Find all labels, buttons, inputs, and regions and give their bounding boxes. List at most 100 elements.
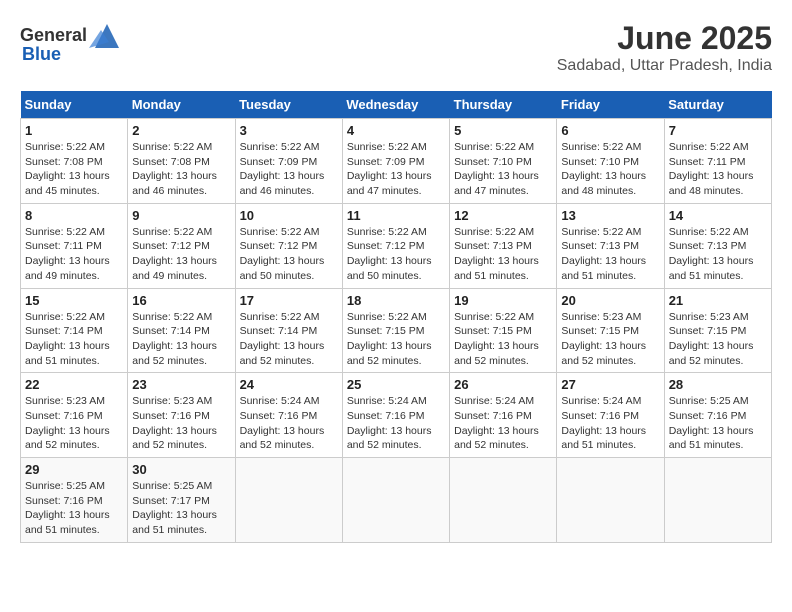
- logo-icon: [89, 20, 125, 50]
- day-detail: Sunrise: 5:23 AMSunset: 7:16 PMDaylight:…: [132, 395, 217, 451]
- day-cell: 2 Sunrise: 5:22 AMSunset: 7:08 PMDayligh…: [128, 119, 235, 204]
- day-cell: 20 Sunrise: 5:23 AMSunset: 7:15 PMDaylig…: [557, 288, 664, 373]
- day-number: 15: [25, 293, 123, 308]
- day-number: 8: [25, 208, 123, 223]
- day-detail: Sunrise: 5:24 AMSunset: 7:16 PMDaylight:…: [454, 395, 539, 451]
- day-cell: 11 Sunrise: 5:22 AMSunset: 7:12 PMDaylig…: [342, 203, 449, 288]
- col-friday: Friday: [557, 91, 664, 119]
- day-detail: Sunrise: 5:22 AMSunset: 7:13 PMDaylight:…: [669, 226, 754, 282]
- day-detail: Sunrise: 5:22 AMSunset: 7:12 PMDaylight:…: [347, 226, 432, 282]
- day-detail: Sunrise: 5:22 AMSunset: 7:11 PMDaylight:…: [669, 141, 754, 197]
- day-detail: Sunrise: 5:22 AMSunset: 7:10 PMDaylight:…: [561, 141, 646, 197]
- day-number: 10: [240, 208, 338, 223]
- day-number: 5: [454, 123, 552, 138]
- day-cell: 9 Sunrise: 5:22 AMSunset: 7:12 PMDayligh…: [128, 203, 235, 288]
- day-cell: 10 Sunrise: 5:22 AMSunset: 7:12 PMDaylig…: [235, 203, 342, 288]
- day-cell: 22 Sunrise: 5:23 AMSunset: 7:16 PMDaylig…: [21, 373, 128, 458]
- calendar-row: 29 Sunrise: 5:25 AMSunset: 7:16 PMDaylig…: [21, 458, 772, 543]
- day-cell: 12 Sunrise: 5:22 AMSunset: 7:13 PMDaylig…: [450, 203, 557, 288]
- col-saturday: Saturday: [664, 91, 771, 119]
- day-number: 21: [669, 293, 767, 308]
- day-cell: 17 Sunrise: 5:22 AMSunset: 7:14 PMDaylig…: [235, 288, 342, 373]
- calendar-table: Sunday Monday Tuesday Wednesday Thursday…: [20, 91, 772, 543]
- calendar-row: 1 Sunrise: 5:22 AMSunset: 7:08 PMDayligh…: [21, 119, 772, 204]
- day-number: 14: [669, 208, 767, 223]
- day-detail: Sunrise: 5:23 AMSunset: 7:15 PMDaylight:…: [669, 311, 754, 367]
- empty-cell: [557, 458, 664, 543]
- day-number: 29: [25, 462, 123, 477]
- day-number: 16: [132, 293, 230, 308]
- day-number: 11: [347, 208, 445, 223]
- day-detail: Sunrise: 5:22 AMSunset: 7:14 PMDaylight:…: [240, 311, 325, 367]
- day-cell: 7 Sunrise: 5:22 AMSunset: 7:11 PMDayligh…: [664, 119, 771, 204]
- day-number: 13: [561, 208, 659, 223]
- day-detail: Sunrise: 5:22 AMSunset: 7:15 PMDaylight:…: [347, 311, 432, 367]
- day-cell: 19 Sunrise: 5:22 AMSunset: 7:15 PMDaylig…: [450, 288, 557, 373]
- day-detail: Sunrise: 5:22 AMSunset: 7:08 PMDaylight:…: [25, 141, 110, 197]
- day-detail: Sunrise: 5:22 AMSunset: 7:14 PMDaylight:…: [25, 311, 110, 367]
- day-detail: Sunrise: 5:22 AMSunset: 7:13 PMDaylight:…: [561, 226, 646, 282]
- day-cell: 30 Sunrise: 5:25 AMSunset: 7:17 PMDaylig…: [128, 458, 235, 543]
- day-cell: 18 Sunrise: 5:22 AMSunset: 7:15 PMDaylig…: [342, 288, 449, 373]
- logo: General Blue: [20, 20, 125, 65]
- day-number: 9: [132, 208, 230, 223]
- title-area: June 2025 Sadabad, Uttar Pradesh, India: [557, 20, 772, 75]
- day-number: 26: [454, 377, 552, 392]
- day-detail: Sunrise: 5:25 AMSunset: 7:16 PMDaylight:…: [25, 480, 110, 536]
- calendar-row: 8 Sunrise: 5:22 AMSunset: 7:11 PMDayligh…: [21, 203, 772, 288]
- day-number: 3: [240, 123, 338, 138]
- header-row: Sunday Monday Tuesday Wednesday Thursday…: [21, 91, 772, 119]
- day-detail: Sunrise: 5:23 AMSunset: 7:15 PMDaylight:…: [561, 311, 646, 367]
- day-cell: 16 Sunrise: 5:22 AMSunset: 7:14 PMDaylig…: [128, 288, 235, 373]
- day-number: 4: [347, 123, 445, 138]
- day-detail: Sunrise: 5:24 AMSunset: 7:16 PMDaylight:…: [347, 395, 432, 451]
- day-cell: 5 Sunrise: 5:22 AMSunset: 7:10 PMDayligh…: [450, 119, 557, 204]
- day-cell: 15 Sunrise: 5:22 AMSunset: 7:14 PMDaylig…: [21, 288, 128, 373]
- day-cell: 13 Sunrise: 5:22 AMSunset: 7:13 PMDaylig…: [557, 203, 664, 288]
- day-number: 24: [240, 377, 338, 392]
- col-tuesday: Tuesday: [235, 91, 342, 119]
- calendar-row: 22 Sunrise: 5:23 AMSunset: 7:16 PMDaylig…: [21, 373, 772, 458]
- day-detail: Sunrise: 5:22 AMSunset: 7:15 PMDaylight:…: [454, 311, 539, 367]
- col-monday: Monday: [128, 91, 235, 119]
- day-cell: 23 Sunrise: 5:23 AMSunset: 7:16 PMDaylig…: [128, 373, 235, 458]
- day-detail: Sunrise: 5:25 AMSunset: 7:16 PMDaylight:…: [669, 395, 754, 451]
- day-number: 7: [669, 123, 767, 138]
- day-number: 27: [561, 377, 659, 392]
- day-number: 20: [561, 293, 659, 308]
- day-cell: 26 Sunrise: 5:24 AMSunset: 7:16 PMDaylig…: [450, 373, 557, 458]
- day-detail: Sunrise: 5:22 AMSunset: 7:13 PMDaylight:…: [454, 226, 539, 282]
- day-cell: 24 Sunrise: 5:24 AMSunset: 7:16 PMDaylig…: [235, 373, 342, 458]
- day-number: 28: [669, 377, 767, 392]
- day-detail: Sunrise: 5:22 AMSunset: 7:14 PMDaylight:…: [132, 311, 217, 367]
- day-detail: Sunrise: 5:22 AMSunset: 7:08 PMDaylight:…: [132, 141, 217, 197]
- col-thursday: Thursday: [450, 91, 557, 119]
- day-detail: Sunrise: 5:22 AMSunset: 7:09 PMDaylight:…: [240, 141, 325, 197]
- day-number: 19: [454, 293, 552, 308]
- day-number: 12: [454, 208, 552, 223]
- empty-cell: [235, 458, 342, 543]
- day-number: 6: [561, 123, 659, 138]
- day-cell: 6 Sunrise: 5:22 AMSunset: 7:10 PMDayligh…: [557, 119, 664, 204]
- day-number: 30: [132, 462, 230, 477]
- day-number: 25: [347, 377, 445, 392]
- day-cell: 25 Sunrise: 5:24 AMSunset: 7:16 PMDaylig…: [342, 373, 449, 458]
- day-cell: 3 Sunrise: 5:22 AMSunset: 7:09 PMDayligh…: [235, 119, 342, 204]
- day-detail: Sunrise: 5:22 AMSunset: 7:11 PMDaylight:…: [25, 226, 110, 282]
- day-cell: 14 Sunrise: 5:22 AMSunset: 7:13 PMDaylig…: [664, 203, 771, 288]
- logo-blue-text: Blue: [22, 44, 61, 65]
- day-cell: 27 Sunrise: 5:24 AMSunset: 7:16 PMDaylig…: [557, 373, 664, 458]
- day-detail: Sunrise: 5:22 AMSunset: 7:12 PMDaylight:…: [240, 226, 325, 282]
- day-detail: Sunrise: 5:22 AMSunset: 7:12 PMDaylight:…: [132, 226, 217, 282]
- day-detail: Sunrise: 5:25 AMSunset: 7:17 PMDaylight:…: [132, 480, 217, 536]
- calendar-title: June 2025: [557, 20, 772, 57]
- day-number: 18: [347, 293, 445, 308]
- col-sunday: Sunday: [21, 91, 128, 119]
- day-number: 2: [132, 123, 230, 138]
- calendar-subtitle: Sadabad, Uttar Pradesh, India: [557, 57, 772, 75]
- day-detail: Sunrise: 5:22 AMSunset: 7:10 PMDaylight:…: [454, 141, 539, 197]
- day-cell: 29 Sunrise: 5:25 AMSunset: 7:16 PMDaylig…: [21, 458, 128, 543]
- day-number: 1: [25, 123, 123, 138]
- day-detail: Sunrise: 5:22 AMSunset: 7:09 PMDaylight:…: [347, 141, 432, 197]
- day-cell: 28 Sunrise: 5:25 AMSunset: 7:16 PMDaylig…: [664, 373, 771, 458]
